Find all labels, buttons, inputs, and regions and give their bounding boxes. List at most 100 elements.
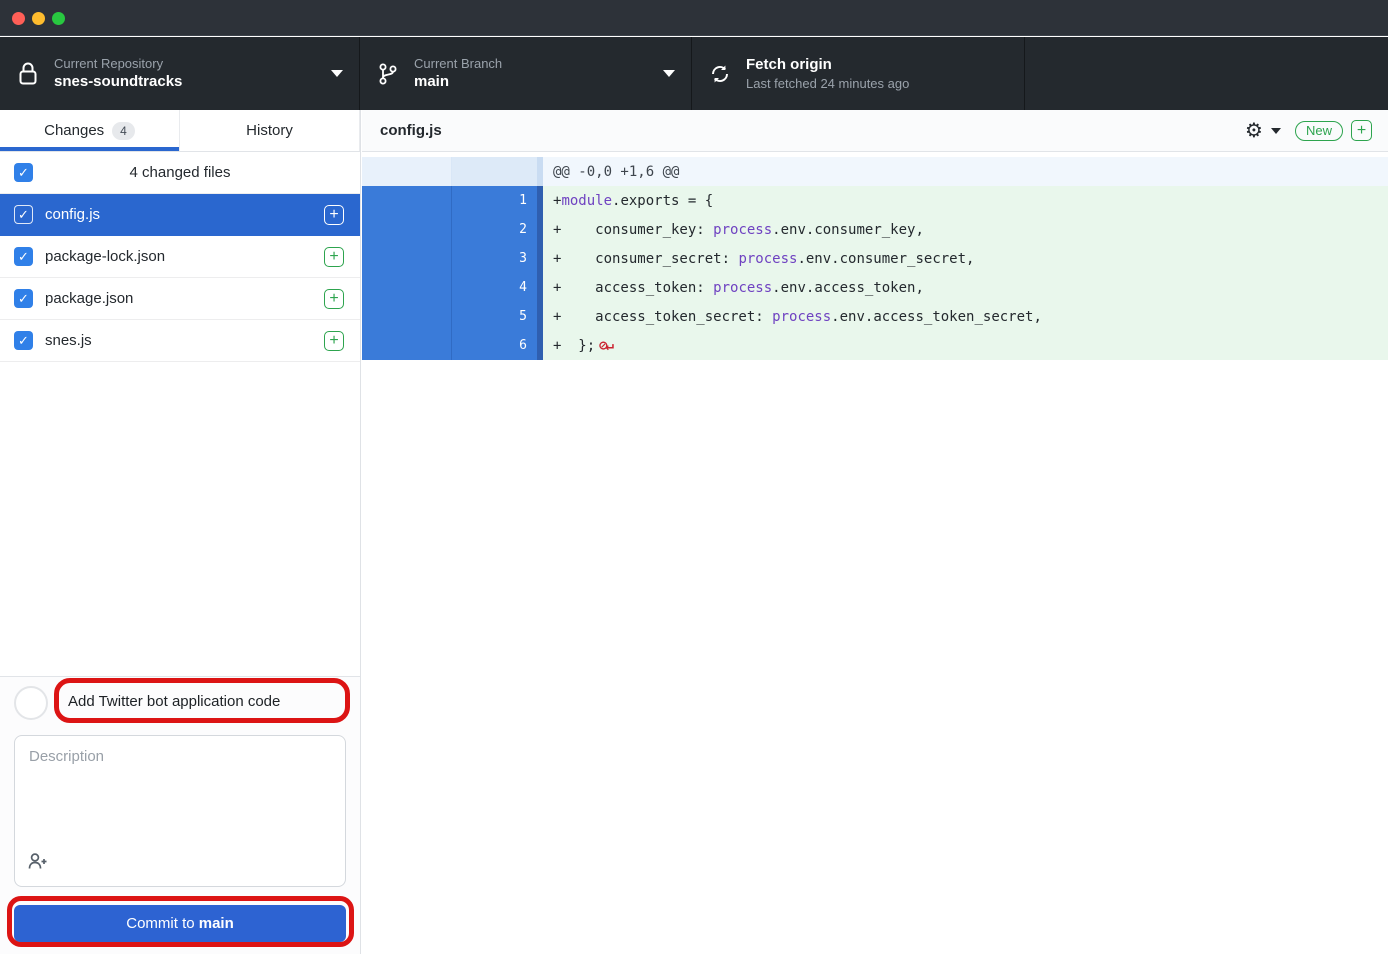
gear-icon[interactable]: ⚙ bbox=[1245, 121, 1263, 141]
fetch-sublabel: Last fetched 24 minutes ago bbox=[746, 75, 909, 93]
close-button[interactable] bbox=[12, 12, 25, 25]
sync-icon bbox=[708, 61, 732, 87]
file-checkbox[interactable]: ✓ bbox=[14, 331, 33, 350]
description-placeholder: Description bbox=[29, 748, 104, 765]
tab-history[interactable]: History bbox=[180, 110, 360, 151]
diff-line-4[interactable]: 4+ access_token: process.env.access_toke… bbox=[362, 273, 1388, 302]
code-token: .env.consumer_secret, bbox=[797, 251, 974, 267]
chevron-down-icon bbox=[331, 70, 343, 77]
diff-view: @@ -0,0 +1,6 @@1+module.exports = {2+ co… bbox=[362, 152, 1388, 954]
tabbar: Changes 4 History bbox=[0, 110, 360, 152]
tab-label: History bbox=[246, 122, 293, 139]
diff-line-5[interactable]: 5+ access_token_secret: process.env.acce… bbox=[362, 302, 1388, 331]
code-line: +module.exports = { bbox=[543, 186, 1388, 215]
diff-file-name: config.js bbox=[380, 122, 442, 139]
diff-gutter[interactable] bbox=[362, 244, 452, 273]
keyword-token: process bbox=[713, 280, 772, 296]
lock-icon bbox=[16, 61, 40, 87]
line-number-gutter[interactable]: 1 bbox=[452, 186, 537, 215]
file-name: snes.js bbox=[45, 332, 92, 349]
sidebar: Changes 4 History ✓ 4 changed files ✓ confi… bbox=[0, 110, 361, 954]
file-name: package-lock.json bbox=[45, 248, 165, 265]
file-status-added-icon: + bbox=[324, 247, 344, 267]
code-token: .env.access_token, bbox=[772, 280, 924, 296]
chevron-down-icon[interactable] bbox=[1271, 128, 1281, 134]
file-row-config.js[interactable]: ✓ config.js + bbox=[0, 194, 360, 236]
code-line: + access_token: process.env.access_token… bbox=[543, 273, 1388, 302]
code-token: + }; bbox=[553, 338, 595, 354]
file-name: config.js bbox=[45, 206, 100, 223]
line-number-gutter[interactable]: 2 bbox=[452, 215, 537, 244]
git-branch-icon bbox=[376, 61, 400, 87]
diff-line-3[interactable]: 3+ consumer_secret: process.env.consumer… bbox=[362, 244, 1388, 273]
diff-gutter[interactable] bbox=[362, 215, 452, 244]
chevron-down-icon bbox=[663, 70, 675, 77]
new-file-badge: New bbox=[1295, 121, 1343, 141]
keyword-token: process bbox=[738, 251, 797, 267]
code-line: + consumer_key: process.env.consumer_key… bbox=[543, 215, 1388, 244]
line-number-gutter[interactable]: 4 bbox=[452, 273, 537, 302]
file-status-added-icon: + bbox=[324, 205, 344, 225]
code-line: + access_token_secret: process.env.acces… bbox=[543, 302, 1388, 331]
select-all-checkbox[interactable]: ✓ bbox=[14, 163, 33, 182]
tab-changes[interactable]: Changes 4 bbox=[0, 110, 180, 151]
code-line: + consumer_secret: process.env.consumer_… bbox=[543, 244, 1388, 273]
fetch-label: Fetch origin bbox=[746, 55, 909, 75]
zoom-button[interactable] bbox=[52, 12, 65, 25]
commit-panel: Add Twitter bot application code Descrip… bbox=[0, 676, 360, 954]
diff-gutter[interactable] bbox=[362, 273, 452, 302]
repo-name: snes-soundtracks bbox=[54, 72, 182, 92]
file-row-package-lock.json[interactable]: ✓ package-lock.json + bbox=[0, 236, 360, 278]
code-token: + access_token: bbox=[553, 280, 713, 296]
titlebar bbox=[0, 0, 1388, 36]
line-number-gutter[interactable]: 3 bbox=[452, 244, 537, 273]
diff-line-2[interactable]: 2+ consumer_key: process.env.consumer_ke… bbox=[362, 215, 1388, 244]
diff-header: config.js ⚙ New + bbox=[362, 110, 1388, 152]
diff-line-1[interactable]: 1+module.exports = { bbox=[362, 186, 1388, 215]
commit-button[interactable]: Commit to main bbox=[14, 905, 346, 942]
code-token: .exports = { bbox=[612, 193, 713, 209]
expand-diff-icon[interactable]: + bbox=[1351, 120, 1372, 141]
fetch-origin-button[interactable]: Fetch origin Last fetched 24 minutes ago bbox=[692, 37, 1025, 110]
commit-branch-name: main bbox=[199, 915, 234, 932]
hunk-header-row[interactable]: @@ -0,0 +1,6 @@ bbox=[362, 157, 1388, 186]
repo-label: Current Repository bbox=[54, 55, 182, 73]
changes-count-badge: 4 bbox=[112, 122, 135, 140]
file-status-added-icon: + bbox=[324, 331, 344, 351]
add-coauthor-icon[interactable] bbox=[27, 851, 49, 876]
file-checkbox[interactable]: ✓ bbox=[14, 205, 33, 224]
diff-gutter[interactable] bbox=[362, 302, 452, 331]
no-newline-icon: ⊘↵ bbox=[599, 338, 612, 354]
branch-label: Current Branch bbox=[414, 55, 502, 73]
code-token: .env.access_token_secret, bbox=[831, 309, 1042, 325]
file-checkbox[interactable]: ✓ bbox=[14, 247, 33, 266]
diff-line-6[interactable]: 6 + };⊘↵ bbox=[362, 331, 1388, 360]
current-repository-dropdown[interactable]: Current Repository snes-soundtracks bbox=[0, 37, 360, 110]
branch-name: main bbox=[414, 72, 502, 92]
code-token: .env.consumer_key, bbox=[772, 222, 924, 238]
tab-label: Changes bbox=[44, 122, 104, 139]
code-token: + bbox=[553, 193, 561, 209]
changed-files-header: ✓ 4 changed files bbox=[0, 152, 360, 194]
diff-gutter[interactable] bbox=[362, 186, 452, 215]
file-row-snes.js[interactable]: ✓ snes.js + bbox=[0, 320, 360, 362]
keyword-token: process bbox=[772, 309, 831, 325]
commit-summary-input[interactable]: Add Twitter bot application code bbox=[68, 693, 280, 710]
toolbar: Current Repository snes-soundtracks Curr… bbox=[0, 37, 1388, 110]
file-row-package.json[interactable]: ✓ package.json + bbox=[0, 278, 360, 320]
commit-description-input[interactable]: Description bbox=[14, 735, 346, 887]
keyword-token: process bbox=[713, 222, 772, 238]
code-token: + consumer_secret: bbox=[553, 251, 738, 267]
line-number-gutter[interactable]: 5 bbox=[452, 302, 537, 331]
line-number-gutter[interactable]: 6 bbox=[452, 331, 537, 360]
file-checkbox[interactable]: ✓ bbox=[14, 289, 33, 308]
current-branch-dropdown[interactable]: Current Branch main bbox=[360, 37, 692, 110]
diff-gutter[interactable] bbox=[362, 331, 452, 360]
file-name: package.json bbox=[45, 290, 133, 307]
diff-gutter[interactable] bbox=[362, 157, 452, 186]
changed-file-list: ✓ config.js + ✓ package-lock.json + ✓ package.j… bbox=[0, 194, 360, 676]
minimize-button[interactable] bbox=[32, 12, 45, 25]
avatar bbox=[14, 686, 48, 720]
file-status-added-icon: + bbox=[324, 289, 344, 309]
line-number-gutter[interactable] bbox=[452, 157, 537, 186]
